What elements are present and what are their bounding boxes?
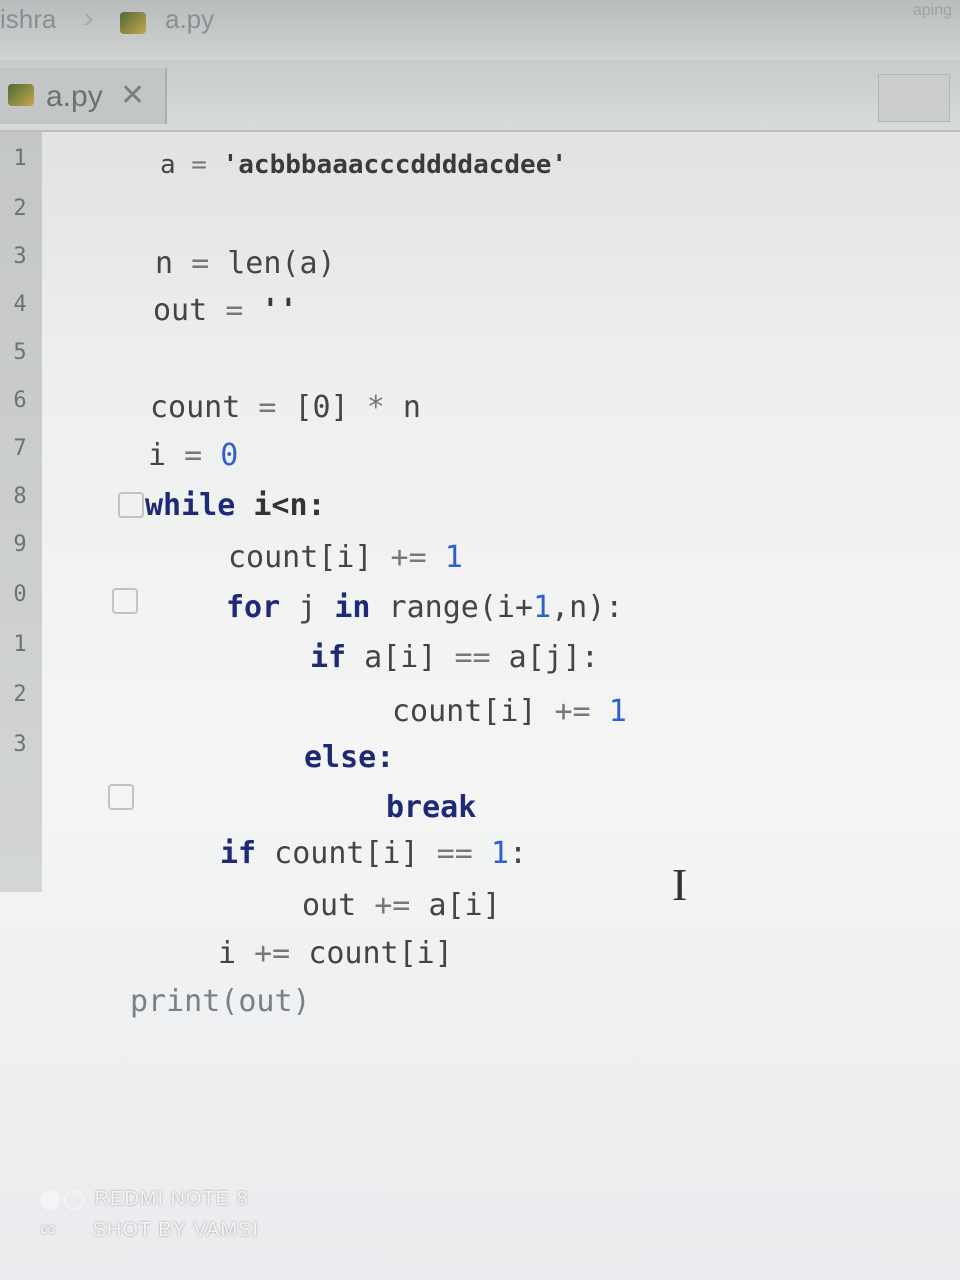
watermark-device: REDMI NOTE 8	[94, 1188, 249, 1210]
line-number-gutter: 1 2 3 4 5 6 7 8 9 0 1 2 3	[0, 132, 42, 892]
breadcrumb-file[interactable]: a.py	[165, 4, 214, 35]
run-button[interactable]	[878, 74, 950, 122]
watermark-line-2: ∞ SHOT BY VAMSI	[40, 1216, 259, 1242]
fold-marker-icon[interactable]	[108, 784, 134, 810]
code-line-5[interactable]: i = 0	[148, 438, 238, 473]
breadcrumb-project[interactable]: ishra	[0, 4, 56, 35]
code-line-13[interactable]: if count[i] == 1:	[220, 836, 527, 871]
line-number: 7	[13, 436, 27, 461]
fold-marker-icon[interactable]	[112, 588, 138, 614]
code-line-11[interactable]: else:	[304, 740, 394, 775]
breadcrumb: ishra › a.py aping	[0, 0, 960, 60]
code-line-4[interactable]: count = [0] * n	[150, 390, 421, 425]
code-line-12[interactable]: break	[386, 790, 476, 825]
text-cursor-icon: I	[672, 859, 688, 910]
editor-tab-bar: a.py ✕	[0, 60, 960, 132]
code-line-2[interactable]: n = len(a)	[155, 246, 336, 281]
tab-label: a.py	[46, 80, 103, 113]
infinity-icon: ∞	[40, 1216, 57, 1241]
code-line-14[interactable]: out += a[i]	[302, 888, 501, 923]
watermark-author: SHOT BY VAMSI	[92, 1219, 259, 1241]
camera-dot-icon	[40, 1189, 60, 1210]
code-line-9[interactable]: if a[i] == a[j]:	[310, 640, 599, 675]
line-number: 6	[13, 388, 27, 413]
code-line-7[interactable]: count[i] += 1	[228, 540, 463, 575]
line-number: 2	[13, 196, 27, 221]
line-number: 1	[13, 632, 27, 657]
toolbar-label[interactable]: aping	[913, 2, 952, 20]
python-file-icon	[120, 12, 146, 34]
line-number: 2	[13, 682, 27, 707]
line-number: 9	[13, 532, 27, 557]
code-line-1[interactable]: a = 'acbbbaaacccddddacdee'	[160, 150, 567, 180]
line-number: 1	[13, 146, 27, 171]
tab-a-py[interactable]: a.py ✕	[0, 68, 167, 124]
close-icon[interactable]: ✕	[120, 78, 145, 113]
line-number: 4	[13, 292, 27, 317]
code-line-15[interactable]: i += count[i]	[218, 936, 453, 971]
code-line-16[interactable]: print(out)	[130, 984, 311, 1019]
line-number: 8	[13, 484, 27, 509]
chevron-right-icon: ›	[84, 2, 94, 33]
code-line-6[interactable]: while i<n:	[145, 488, 326, 523]
python-file-icon	[8, 84, 34, 106]
watermark-line-1: REDMI NOTE 8	[40, 1188, 249, 1211]
code-line-3[interactable]: out = ''	[153, 293, 298, 328]
line-number: 3	[13, 244, 27, 269]
code-line-10[interactable]: count[i] += 1	[392, 694, 627, 729]
line-number: 5	[13, 340, 27, 365]
code-line-8[interactable]: for j in range(i+1,n):	[226, 590, 623, 625]
line-number: 0	[13, 582, 27, 607]
fold-marker-icon[interactable]	[118, 492, 144, 518]
camera-dot-icon	[64, 1189, 84, 1210]
line-number: 3	[13, 732, 27, 757]
